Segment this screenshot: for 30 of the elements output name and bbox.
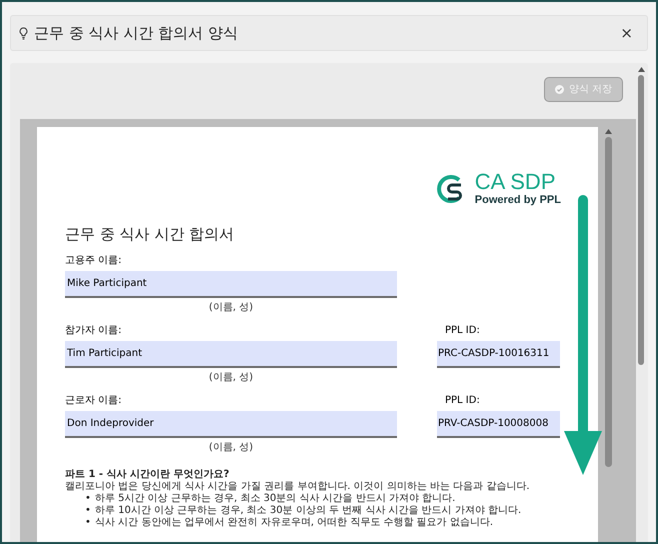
input-field[interactable]: PRC-CASDP-10016311 [437, 341, 560, 368]
check-circle-icon [554, 85, 564, 94]
field-label: 고용주 이름: [65, 254, 123, 268]
bullet-text: 하루 5시간 이상 근무하는 경우, 최소 30분의 식사 시간을 반드시 가져야 합니다. [94, 493, 456, 505]
bullet-mark: • [85, 517, 91, 529]
input-field[interactable]: Tim Participant [65, 341, 397, 368]
input-field[interactable]: PRV-CASDP-10008008 [437, 411, 560, 438]
field-hint: (이름, 성) [208, 371, 254, 385]
section-heading: 파트 1 - 식사 시간이란 무엇인가요? [65, 469, 230, 481]
logo-tagline: Powered by PPL [474, 195, 561, 206]
scroll-up-icon [604, 129, 612, 134]
scroll-up-icon [638, 67, 644, 72]
field-label: 참가자 이름: [65, 324, 123, 338]
paragraph: 캘리포니아 법은 당신에게 식사 시간을 가질 권리를 부여합니다. 이것이 의미하는 바는 다음과 같습니다. [65, 481, 531, 493]
bullet-text: 식사 시간 동안에는 업무에서 완전히 자유로우며, 어떠한 직무도 수행할 필요가 없습니다. [94, 517, 494, 529]
lightbulb-icon [19, 26, 28, 40]
input-field[interactable]: Mike Participant [65, 271, 397, 298]
field-label: 근로자 이름: [65, 394, 123, 408]
bullet-mark: • [85, 505, 91, 517]
document-title: 근무 중 식사 시간 합의서 [65, 225, 234, 243]
field-label: PPL ID: [445, 394, 480, 408]
bullet-text: 하루 10시간 이상 근무하는 경우, 최소 30분 이상의 두 번째 식사 시간을 반드시 가져야 합니다. [94, 505, 522, 517]
bullet-mark: • [85, 493, 91, 505]
field-hint: (이름, 성) [208, 441, 254, 455]
input-field[interactable]: Don Indeprovider [65, 411, 397, 438]
logo-name: CA SDP [474, 171, 556, 193]
close-button[interactable]: × [620, 26, 633, 40]
field-hint: (이름, 성) [208, 301, 254, 315]
window-title: 근무 중 식사 시간 합의서 양식 [34, 22, 238, 44]
field-label: PPL ID: [445, 324, 480, 338]
